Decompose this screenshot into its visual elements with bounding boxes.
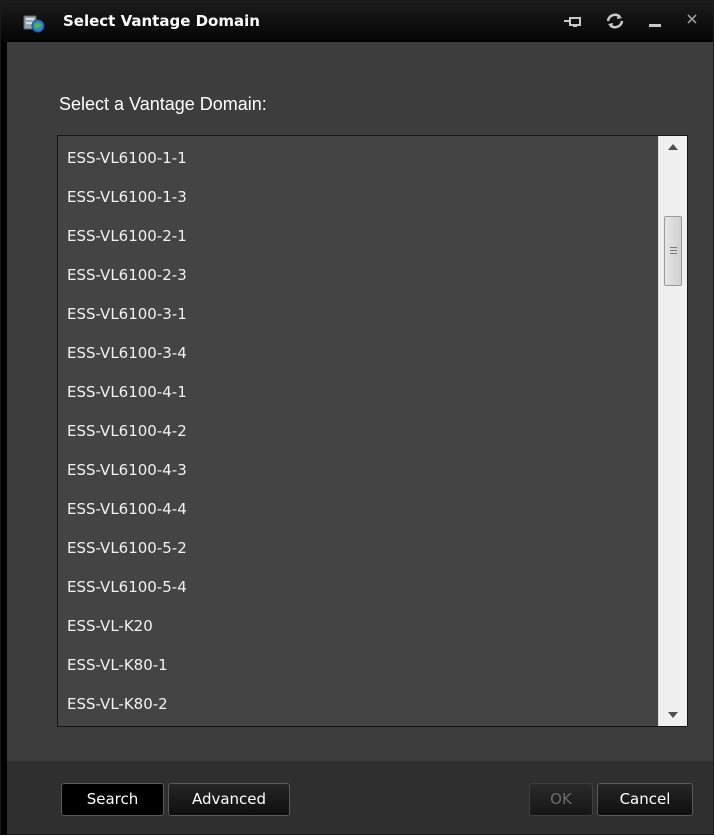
dock-icon[interactable] [563,10,587,32]
domain-list-item[interactable]: ESS-VL6100-3-1 [58,295,658,334]
minimize-icon[interactable] [643,10,667,32]
scrollbar-thumb[interactable] [664,216,682,286]
left-border [1,41,7,835]
vantage-domain-icon [23,13,45,33]
domain-list-item[interactable]: ESS-VL-K80-1 [58,646,658,685]
ok-button[interactable]: OK [529,783,593,816]
title-bar[interactable]: Select Vantage Domain [1,1,713,42]
domain-list-item[interactable]: ESS-VL6100-4-1 [58,373,658,412]
window-title: Select Vantage Domain [63,12,260,30]
vertical-scrollbar[interactable] [658,136,687,726]
scroll-up-arrow-icon[interactable] [659,136,687,158]
domain-list-item[interactable]: ESS-VL6100-2-1 [58,217,658,256]
domain-list-item[interactable]: ESS-VL6100-4-4 [58,490,658,529]
scroll-down-arrow-icon[interactable] [659,704,687,726]
domain-list-item[interactable]: ESS-VL6100-4-3 [58,451,658,490]
domain-listbox[interactable]: ESS-VL6100-1-1 ESS-VL6100-1-3 ESS-VL6100… [57,135,688,727]
cancel-button[interactable]: Cancel [597,783,693,816]
domain-list-item[interactable]: ESS-VL6100-4-2 [58,412,658,451]
domain-list-item[interactable]: ESS-VL6100-1-1 [58,139,658,178]
select-vantage-domain-dialog: Select Vantage Domain Select a Vantage D… [0,0,714,835]
close-icon[interactable] [683,10,707,32]
refresh-icon[interactable] [603,10,627,32]
domain-list-item[interactable]: ESS-VL6100-1-3 [58,178,658,217]
domain-list-item[interactable]: ESS-VL6100-3-4 [58,334,658,373]
domain-prompt-label: Select a Vantage Domain: [59,94,267,114]
domain-list-item[interactable]: ESS-VL-K80-2 [58,685,658,724]
domain-list-item[interactable]: ESS-VL6100-5-4 [58,568,658,607]
search-button[interactable]: Search [61,783,164,816]
advanced-button[interactable]: Advanced [168,783,290,816]
domain-list-item[interactable]: ESS-VL-K20 [58,607,658,646]
domain-list-item[interactable]: ESS-VL6100-5-2 [58,529,658,568]
domain-list-item[interactable]: ESS-VL6100-2-3 [58,256,658,295]
